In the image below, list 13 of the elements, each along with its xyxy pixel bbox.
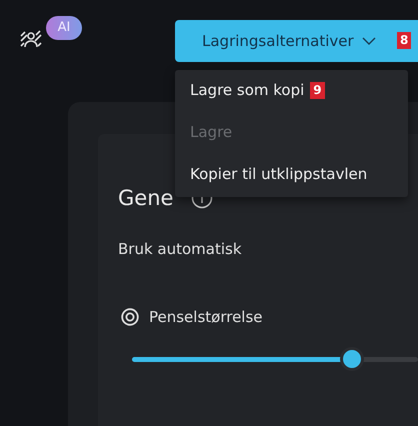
brush-size-label: Penselstørrelse xyxy=(149,308,263,326)
menu-item[interactable]: Lagre som kopi xyxy=(190,79,304,101)
panel-title: Gene xyxy=(118,186,174,210)
setting-label: Bruk automatisk xyxy=(118,240,243,258)
step-marker: 8 xyxy=(397,32,412,49)
brush-size-slider[interactable] xyxy=(132,348,418,370)
caret-icon xyxy=(362,37,376,45)
slider-thumb[interactable] xyxy=(340,347,364,371)
target-icon xyxy=(121,308,139,326)
ai-badge: AI xyxy=(46,16,82,40)
step-marker: 9 xyxy=(310,82,325,98)
menu-item[interactable]: Kopier til utklippstavlen xyxy=(190,163,368,185)
erase-person-icon[interactable] xyxy=(20,30,42,48)
